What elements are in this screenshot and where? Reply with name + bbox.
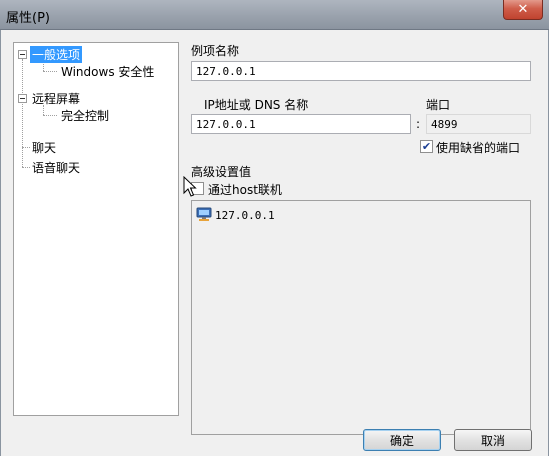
connection-list[interactable]: 127.0.0.1 [191,200,531,435]
tree-connector [22,167,30,168]
port-label: 端口 [426,98,451,112]
via-host-label: 通过host联机 [208,183,282,197]
computer-icon [196,206,212,225]
tree-connector [22,147,30,148]
tree-item-label: 远程屏幕 [32,91,81,106]
tree-item-full-control[interactable]: 完全控制 [59,106,111,124]
category-tree[interactable]: 一般选项 Windows 安全性 远程屏幕 完全控制 聊天 语音聊天 [13,42,179,416]
window-title: 属性(P) [6,11,50,26]
tree-connector [22,59,23,167]
tree-item-label: 聊天 [32,140,57,155]
close-icon: ✕ [517,2,529,17]
collapse-icon[interactable] [18,49,27,59]
tree-item-label: Windows 安全性 [61,64,155,79]
ok-button[interactable]: 确定 [363,429,441,451]
entry-name-input[interactable]: 127.0.0.1 [191,61,531,81]
mouse-cursor-icon [183,175,197,201]
properties-dialog: 一般选项 Windows 安全性 远程屏幕 完全控制 聊天 语音聊天 例项名称 … [0,30,549,456]
tree-item-windows-security[interactable]: Windows 安全性 [59,62,156,80]
entry-name-label: 例项名称 [191,44,240,58]
tree-item-voice-chat[interactable]: 语音聊天 [30,158,82,176]
close-button[interactable]: ✕ [503,0,543,20]
default-port-checkbox[interactable]: ✔ [420,140,433,153]
title-bar[interactable]: 属性(P) ✕ [0,0,549,30]
check-icon: ✔ [421,140,432,153]
ip-address-label: IP地址或 DNS 名称 [204,98,309,112]
port-input[interactable]: 4899 [426,114,531,134]
tree-item-label: 语音聊天 [32,160,81,175]
tree-item-label: 完全控制 [61,108,110,123]
list-item[interactable]: 127.0.0.1 [196,207,275,223]
advanced-settings-label: 高级设置值 [191,165,252,179]
tree-item-chat[interactable]: 聊天 [30,138,58,156]
ip-address-input[interactable]: 127.0.0.1 [191,114,411,134]
collapse-icon[interactable] [18,93,27,103]
tree-connector [43,71,57,72]
tree-connector [43,115,57,116]
tree-item-label: 一般选项 [30,45,83,63]
tree-item-general[interactable]: 一般选项 [18,45,83,63]
tree-item-remote-screen[interactable]: 远程屏幕 [18,89,82,107]
port-separator: : [416,117,421,131]
list-item-label: 127.0.0.1 [215,208,275,222]
default-port-label: 使用缺省的端口 [436,141,521,155]
cancel-button[interactable]: 取消 [454,429,532,451]
